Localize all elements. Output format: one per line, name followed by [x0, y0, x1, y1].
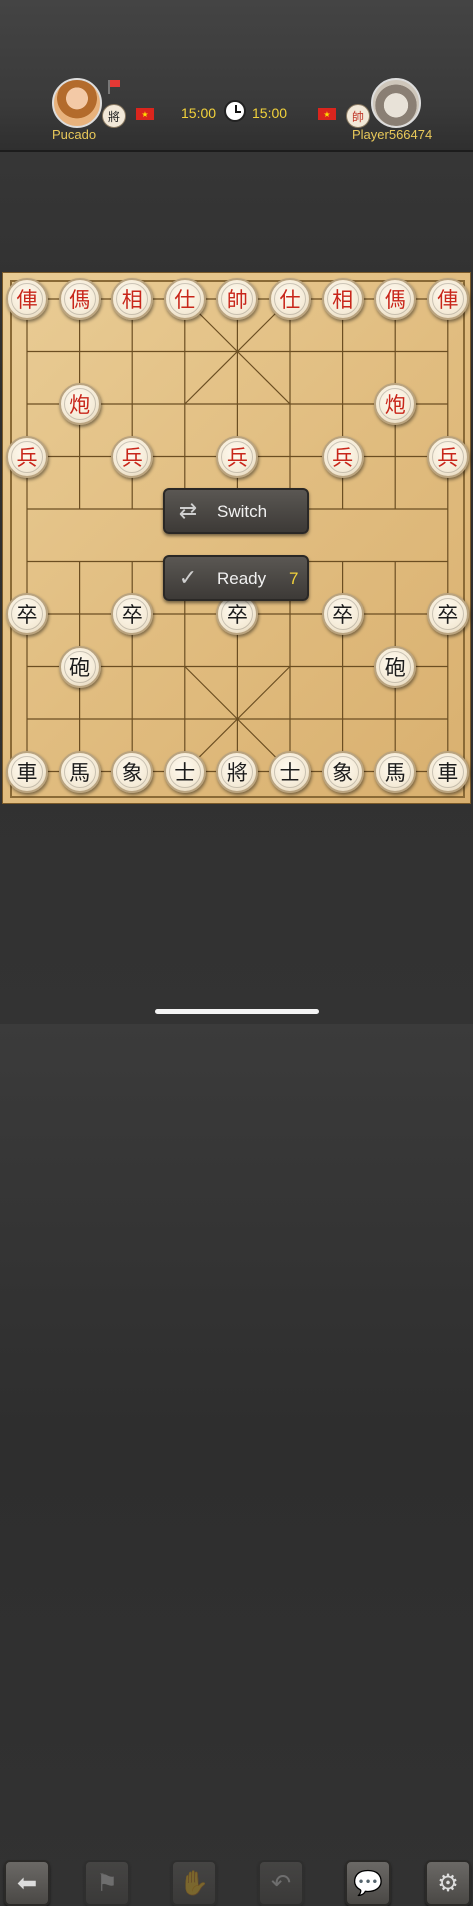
- black-soldier[interactable]: 卒: [426, 593, 469, 635]
- black-soldier[interactable]: 卒: [111, 593, 154, 635]
- red-cannon[interactable]: 炮: [58, 383, 101, 425]
- red-piece[interactable]: 俥: [6, 278, 48, 320]
- board-grid: [10, 280, 465, 798]
- black-piece[interactable]: 象: [111, 750, 154, 793]
- ready-label: Ready: [217, 569, 267, 588]
- red-soldier[interactable]: 兵: [216, 435, 259, 478]
- black-piece[interactable]: 車: [6, 750, 48, 793]
- resign-icon[interactable]: ⚑: [84, 1860, 130, 1906]
- black-piece[interactable]: 馬: [374, 750, 417, 793]
- xiangqi-board[interactable]: 俥傌相仕帥仕相傌俥炮炮兵兵兵兵兵卒卒卒卒卒砲砲車馬象士將士象馬車: [2, 272, 471, 804]
- red-piece[interactable]: 仕: [163, 278, 206, 320]
- black-cannon[interactable]: 砲: [58, 645, 101, 688]
- red-piece[interactable]: 傌: [374, 278, 417, 320]
- country-flag-icon: ★: [318, 108, 336, 120]
- turn-flag-icon: [108, 80, 120, 94]
- player-avatar-right[interactable]: [371, 78, 421, 128]
- black-piece[interactable]: 士: [269, 750, 311, 793]
- checkmark-icon: ✓: [178, 565, 198, 590]
- black-soldier[interactable]: 卒: [6, 593, 48, 635]
- red-soldier[interactable]: 兵: [111, 435, 154, 478]
- undo-icon[interactable]: ↶: [258, 1860, 304, 1906]
- top-bar: 將 ★ 15:00 15:00 ★ 帥 Pucado Player566474: [0, 0, 473, 152]
- player-name-left: Pucado: [52, 127, 97, 142]
- player-rank-badge-right: 帥: [346, 104, 370, 128]
- switch-label: Switch: [217, 502, 268, 521]
- black-piece[interactable]: 象: [321, 750, 364, 793]
- bottom-toolbar: ⬅ ⚑ ✋ ↶ 💬 ⚙: [0, 928, 473, 1906]
- country-flag-icon: ★: [136, 108, 154, 120]
- red-cannon[interactable]: 炮: [374, 383, 417, 425]
- switch-side-button[interactable]: ⇄ Switch: [163, 488, 309, 534]
- player-timer-left: 15:00: [181, 105, 217, 121]
- player-avatar-left[interactable]: [52, 78, 102, 128]
- black-piece[interactable]: 將: [216, 750, 259, 793]
- black-piece[interactable]: 車: [426, 750, 469, 793]
- red-piece[interactable]: 相: [111, 278, 154, 320]
- handshake-icon[interactable]: ✋: [171, 1860, 217, 1906]
- red-piece[interactable]: 仕: [269, 278, 311, 320]
- settings-icon[interactable]: ⚙: [425, 1860, 471, 1906]
- ready-button[interactable]: ✓ Ready 7: [163, 555, 309, 601]
- player-name-right: Player566474: [352, 127, 433, 142]
- home-indicator[interactable]: [155, 1009, 319, 1014]
- red-soldier[interactable]: 兵: [426, 435, 469, 478]
- player-timer-right: 15:00: [252, 105, 288, 121]
- back-arrow-icon[interactable]: ⬅: [4, 1860, 50, 1906]
- black-piece[interactable]: 士: [163, 750, 206, 793]
- red-piece[interactable]: 傌: [58, 278, 101, 320]
- clock-icon: [224, 100, 246, 122]
- swap-arrows-icon: ⇄: [178, 498, 198, 523]
- red-soldier[interactable]: 兵: [321, 435, 364, 478]
- ready-countdown: 7: [289, 569, 299, 588]
- black-piece[interactable]: 馬: [58, 750, 101, 793]
- red-piece[interactable]: 俥: [426, 278, 469, 320]
- black-cannon[interactable]: 砲: [374, 645, 417, 688]
- chat-icon[interactable]: 💬: [345, 1860, 391, 1906]
- red-piece[interactable]: 相: [321, 278, 364, 320]
- player-rank-badge-left: 將: [102, 104, 126, 128]
- black-soldier[interactable]: 卒: [321, 593, 364, 635]
- red-soldier[interactable]: 兵: [6, 435, 48, 478]
